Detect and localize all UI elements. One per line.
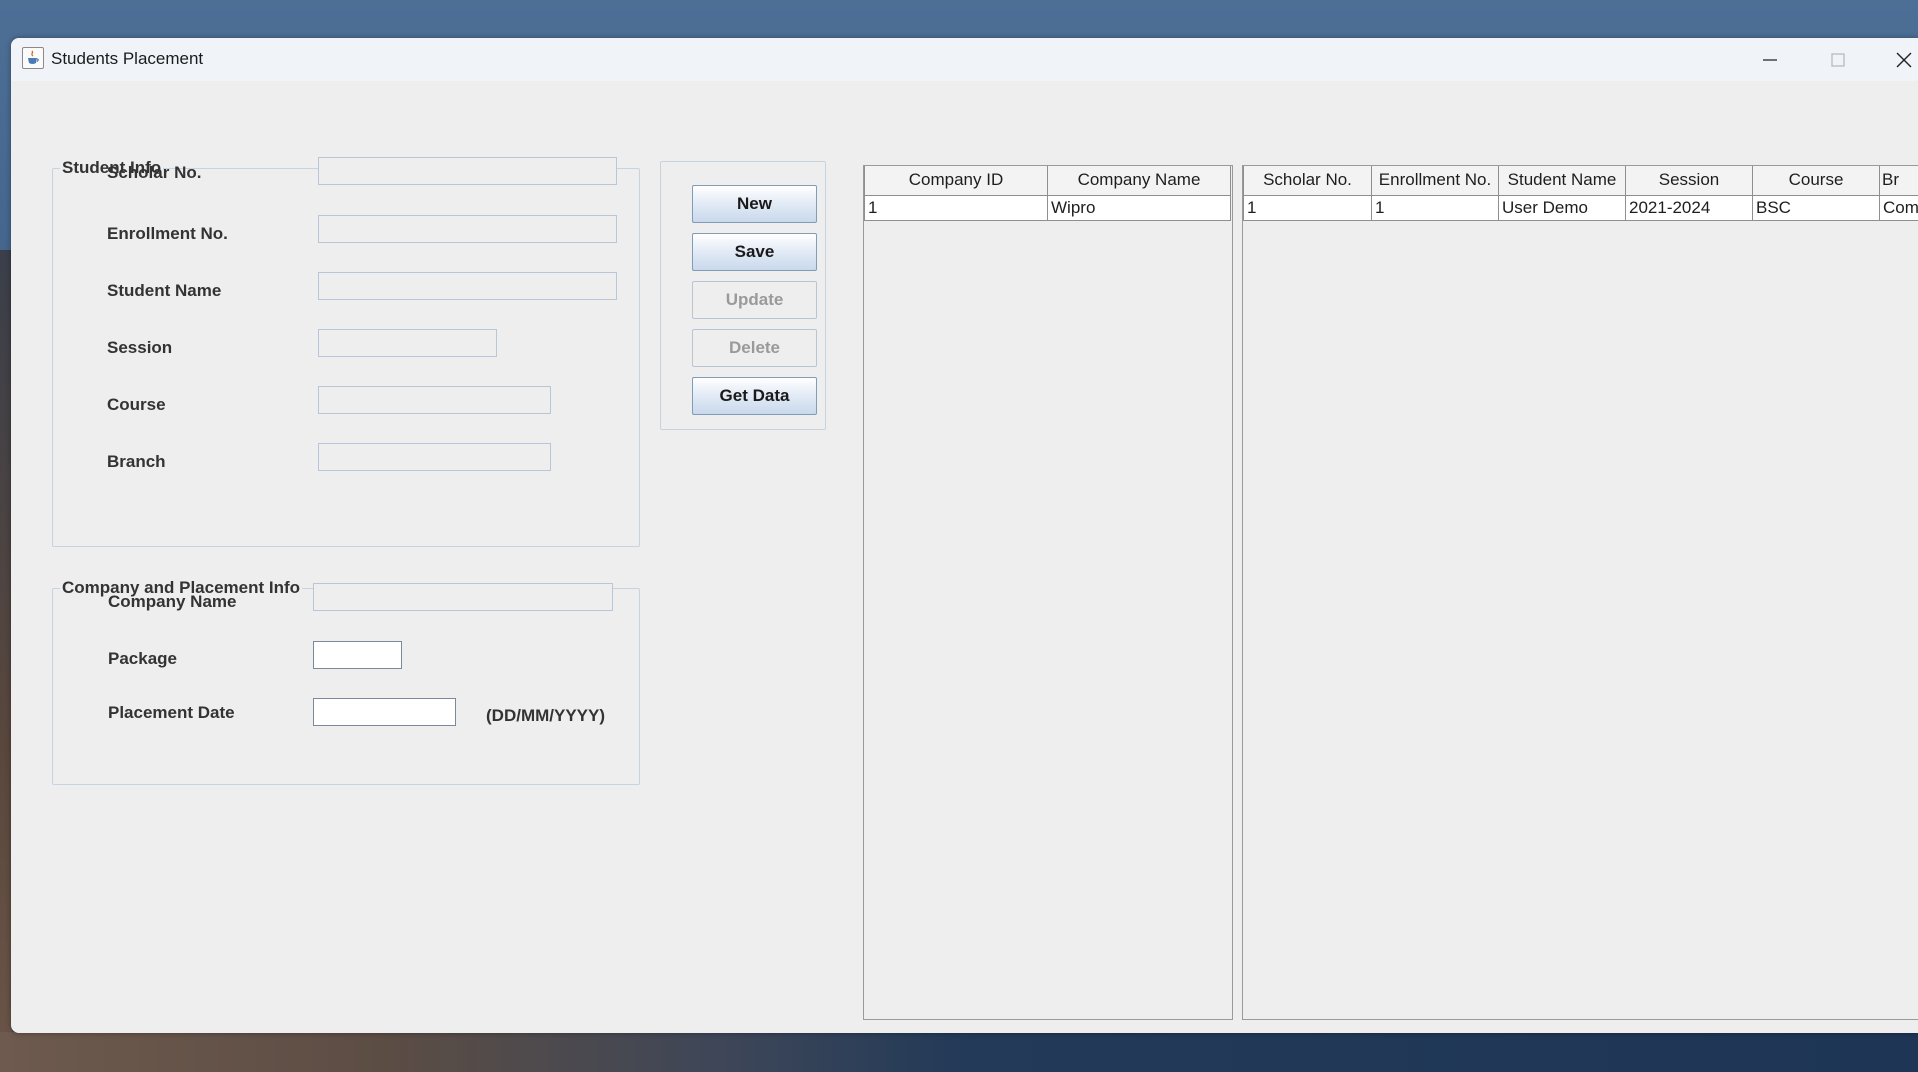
desktop-background-bottom <box>0 1032 1918 1072</box>
placement-date-label: Placement Date <box>108 703 235 722</box>
scholar-no-label: Scholar No. <box>107 163 202 182</box>
minimize-button[interactable] <box>1739 38 1799 81</box>
placement-date-field[interactable] <box>313 698 456 726</box>
save-button[interactable]: Save <box>692 233 817 271</box>
date-format-hint: (DD/MM/YYYY) <box>486 706 605 725</box>
course-label: Course <box>107 395 166 414</box>
student-name-label: Student Name <box>107 281 222 300</box>
maximize-button <box>1807 38 1867 81</box>
student-table[interactable]: Scholar No. Enrollment No. Student Name … <box>1242 165 1918 1020</box>
student-name-field[interactable] <box>318 272 617 300</box>
close-icon <box>1896 52 1912 68</box>
branch-field[interactable] <box>318 443 551 471</box>
session-label: Session <box>107 338 173 357</box>
column-header-company-name[interactable]: Company Name <box>1047 166 1231 196</box>
session-field[interactable] <box>318 329 497 357</box>
get-data-button[interactable]: Get Data <box>692 377 817 415</box>
package-label: Package <box>108 649 177 668</box>
company-table-header: Company ID Company Name <box>864 166 1231 196</box>
delete-button: Delete <box>692 329 817 367</box>
column-header-company-id[interactable]: Company ID <box>864 166 1048 196</box>
table-cell[interactable]: Wipro <box>1047 194 1231 221</box>
window-title: Students Placement <box>51 49 204 68</box>
update-button: Update <box>692 281 817 319</box>
column-header-student-name[interactable]: Student Name <box>1498 166 1626 196</box>
table-row[interactable]: 1 1 User Demo 2021-2024 BSC Comp <box>1243 194 1918 221</box>
company-name-label: Company Name <box>108 592 237 611</box>
content-pane: Student Info Scholar No. Enrollment No. … <box>11 81 1918 1033</box>
enrollment-no-label: Enrollment No. <box>107 224 228 243</box>
package-field[interactable] <box>313 641 402 669</box>
branch-label: Branch <box>107 452 166 471</box>
java-coffee-icon <box>22 47 44 69</box>
company-name-field[interactable] <box>313 583 613 611</box>
maximize-icon <box>1831 53 1845 67</box>
table-cell[interactable]: 1 <box>1243 194 1372 221</box>
table-cell[interactable]: 1 <box>864 194 1048 221</box>
table-cell[interactable]: Comp <box>1879 194 1918 221</box>
column-header-course[interactable]: Course <box>1752 166 1880 196</box>
table-cell[interactable]: 1 <box>1371 194 1499 221</box>
student-table-header: Scholar No. Enrollment No. Student Name … <box>1243 166 1918 196</box>
enrollment-no-field[interactable] <box>318 215 617 243</box>
table-row[interactable]: 1 Wipro <box>864 194 1231 221</box>
table-cell[interactable]: BSC <box>1752 194 1880 221</box>
column-header-session[interactable]: Session <box>1625 166 1753 196</box>
title-bar[interactable]: Students Placement <box>11 38 1918 81</box>
course-field[interactable] <box>318 386 551 414</box>
column-header-scholar-no[interactable]: Scholar No. <box>1243 166 1372 196</box>
close-button[interactable] <box>1873 38 1918 81</box>
column-header-branch[interactable]: Br <box>1879 166 1918 196</box>
column-header-enrollment-no[interactable]: Enrollment No. <box>1371 166 1499 196</box>
table-cell[interactable]: 2021-2024 <box>1625 194 1753 221</box>
company-table[interactable]: Company ID Company Name 1 Wipro <box>863 165 1233 1020</box>
app-window: Students Placement Student Info Scholar … <box>11 38 1918 1033</box>
new-button[interactable]: New <box>692 185 817 223</box>
table-cell[interactable]: User Demo <box>1498 194 1626 221</box>
minimize-icon <box>1763 59 1777 61</box>
scholar-no-field[interactable] <box>318 157 617 185</box>
